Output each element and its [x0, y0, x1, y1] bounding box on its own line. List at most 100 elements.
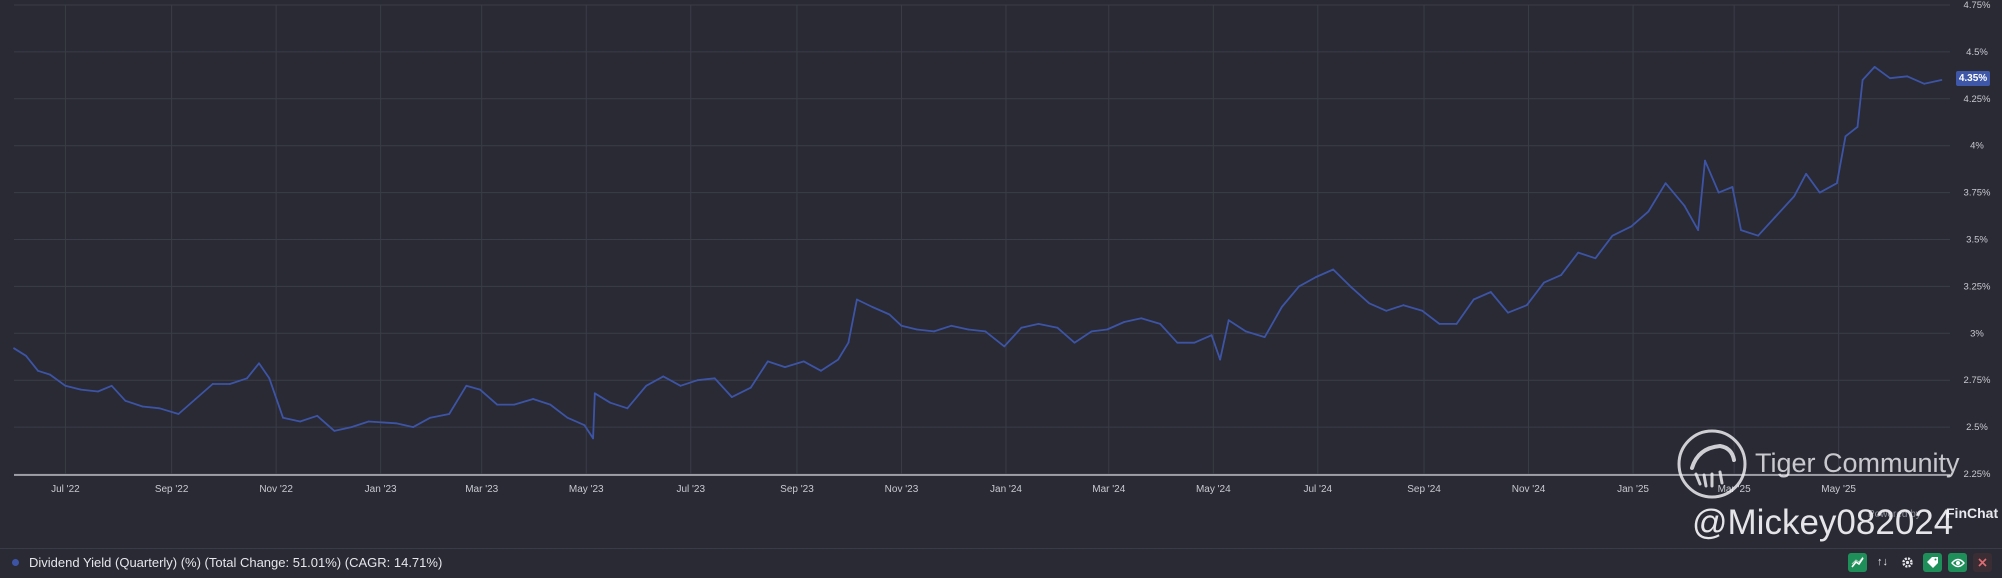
data-point: [1263, 336, 1266, 338]
data-point: [496, 403, 499, 406]
data-point: [479, 388, 481, 391]
x-tick-label: Sep '23: [780, 484, 814, 495]
grid-lines: [14, 4, 1950, 476]
data-point: [1664, 182, 1667, 185]
x-tick-label: May '24: [1196, 484, 1231, 495]
data-point: [1560, 274, 1562, 277]
data-point: [1818, 191, 1821, 194]
data-point: [395, 422, 397, 425]
data-point: [1923, 82, 1926, 85]
y-tick-label: 4.75%: [1964, 0, 1991, 11]
x-tick-label: Sep '24: [1407, 484, 1441, 495]
data-point: [258, 362, 260, 365]
data-point: [1543, 281, 1545, 284]
data-point: [933, 330, 935, 333]
tiger-logo-icon: [1677, 429, 1747, 499]
data-point: [1906, 75, 1909, 78]
data-point: [662, 375, 665, 378]
data-point: [1611, 234, 1614, 237]
data-point: [1280, 306, 1283, 308]
x-tick-label: May '23: [569, 484, 604, 495]
data-point: [513, 403, 516, 406]
y-tick-label: 3.75%: [1964, 188, 1991, 199]
data-point: [1507, 311, 1509, 314]
data-point: [566, 416, 569, 419]
data-point: [1037, 323, 1040, 325]
data-point: [316, 414, 319, 417]
data-point: [1385, 309, 1388, 312]
sort-icon[interactable]: ↑↓: [1873, 553, 1892, 572]
x-tick-label: May '25: [1821, 484, 1856, 495]
data-point: [1594, 257, 1597, 260]
watermark-user: @Mickey082024: [1692, 503, 1954, 542]
data-point: [448, 413, 451, 415]
data-point: [802, 360, 805, 363]
data-point: [532, 398, 535, 400]
x-axis: Jul '22 Sep '22 Nov '22 Jan '23 Mar '23 May '…: [51, 484, 1856, 495]
y-tick-label: 3.25%: [1964, 281, 1991, 292]
data-point: [97, 390, 99, 393]
data-point: [1861, 79, 1864, 81]
series-color-dot: [12, 559, 19, 566]
data-point: [1856, 126, 1859, 128]
data-point: [64, 384, 67, 387]
data-point: [1704, 159, 1706, 162]
data-point: [1106, 328, 1108, 331]
data-point: [246, 377, 248, 380]
last-value-badge: 4.35%: [1956, 71, 1990, 86]
data-point: [984, 330, 987, 333]
data-point: [1438, 323, 1441, 325]
data-point: [282, 416, 284, 419]
data-point: [871, 306, 874, 308]
data-point: [1455, 323, 1458, 325]
data-point: [110, 384, 113, 387]
data-point: [1140, 317, 1143, 320]
data-point: [1219, 358, 1222, 361]
legend-item[interactable]: Dividend Yield (Quarterly) (%) (Total Ch…: [12, 555, 442, 570]
data-point: [583, 424, 586, 427]
data-point: [1647, 210, 1650, 213]
data-point: [25, 354, 27, 357]
data-point: [1159, 323, 1162, 325]
data-point: [1873, 66, 1876, 68]
y-tick-label: 3%: [1970, 328, 1984, 339]
data-point: [1757, 234, 1760, 237]
legend-label: Dividend Yield (Quarterly) (%) (Total Ch…: [29, 555, 443, 570]
data-point: [950, 324, 953, 327]
data-point: [1368, 302, 1371, 305]
x-tick-label: Mar '23: [465, 484, 498, 495]
data-point: [1244, 330, 1247, 333]
data-point: [766, 360, 769, 363]
data-point: [1123, 321, 1126, 323]
data-point: [1349, 285, 1352, 288]
data-point: [1210, 334, 1213, 337]
x-tick-label: Jan '23: [365, 484, 397, 495]
data-point: [593, 392, 596, 395]
data-point: [1577, 251, 1580, 254]
data-point: [1332, 268, 1335, 271]
close-icon[interactable]: [1973, 553, 1992, 572]
data-point: [1193, 341, 1196, 344]
gear-icon[interactable]: [1898, 553, 1917, 572]
data-point: [900, 324, 903, 327]
data-point: [13, 347, 15, 350]
data-point: [1315, 276, 1317, 278]
data-point: [837, 358, 839, 361]
y-tick-label: 2.5%: [1966, 422, 1988, 433]
data-point: [749, 386, 752, 389]
legend-bar: Dividend Yield (Quarterly) (%) (Total Ch…: [0, 548, 2002, 578]
chart-line-icon[interactable]: [1848, 553, 1867, 572]
data-point: [158, 407, 161, 410]
data-point: [333, 429, 336, 432]
data-point: [228, 383, 231, 385]
x-tick-label: Jan '25: [1617, 484, 1649, 495]
data-point: [1836, 182, 1838, 185]
data-point: [1630, 225, 1633, 228]
y-tick-label: 3.5%: [1966, 235, 1988, 246]
data-point: [1793, 195, 1795, 198]
y-tick-label: 2.75%: [1964, 375, 1991, 386]
data-point: [1020, 326, 1023, 329]
x-tick-label: Sep '22: [155, 484, 189, 495]
tag-icon[interactable]: [1923, 553, 1942, 572]
eye-icon[interactable]: [1948, 553, 1967, 572]
